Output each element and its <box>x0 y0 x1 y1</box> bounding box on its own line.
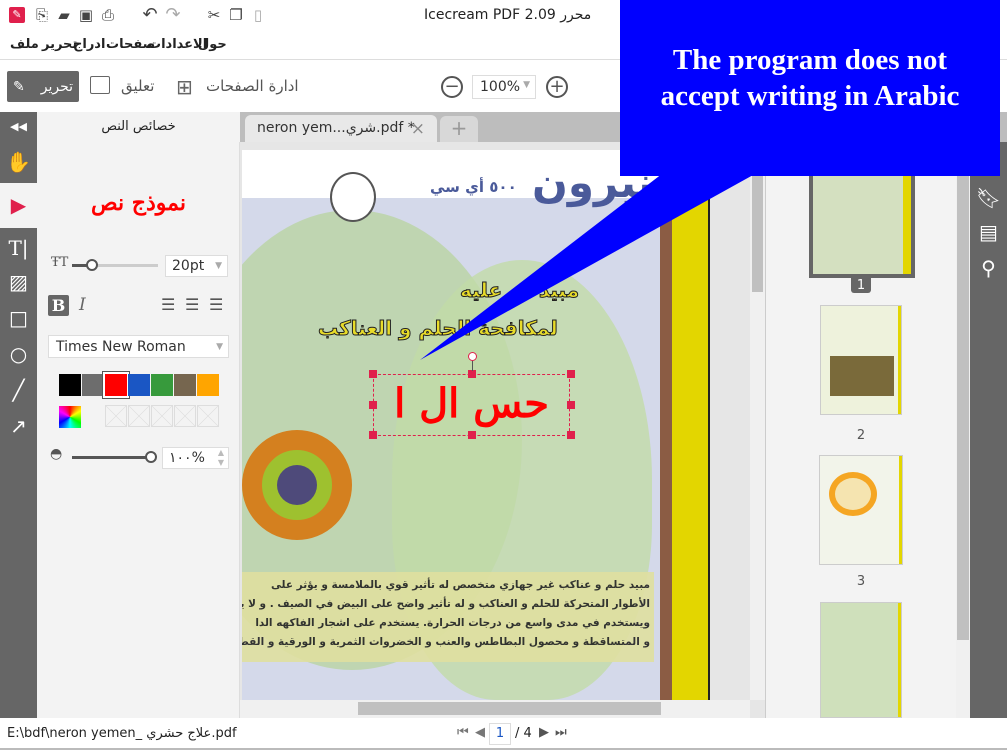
callout-line-2: accept writing in Arabic <box>660 80 960 112</box>
callout-line-1: The program does not <box>672 44 948 76</box>
callout-tail <box>420 160 780 360</box>
callout-box: The program does not accept writing in A… <box>620 0 1000 176</box>
